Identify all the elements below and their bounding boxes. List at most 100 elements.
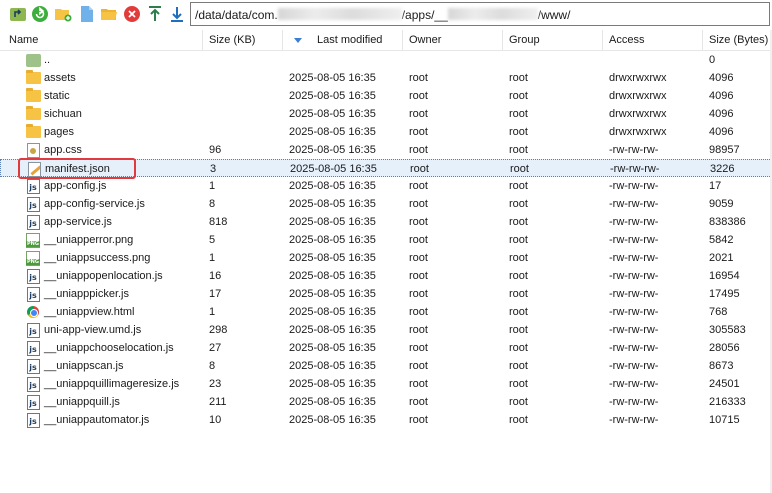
cell-group: root (509, 216, 528, 228)
cell-bytes: 216333 (709, 396, 746, 408)
table-row[interactable]: __uniappview.html 1 2025-08-05 16:35 root ro… (0, 303, 772, 321)
upload-icon[interactable] (145, 4, 165, 24)
cell-name: __uniappview.html (44, 306, 135, 318)
cell-bytes: 9059 (709, 198, 734, 210)
table-row[interactable]: js app-service.js 818 2025-08-05 16:35 root r… (0, 213, 772, 231)
cell-access: -rw-rw-rw- (609, 306, 659, 318)
js-file-icon: js (26, 376, 40, 392)
js-file-icon: js (26, 358, 40, 374)
cell-bytes: 17 (709, 180, 722, 192)
table-row[interactable]: js __uniappscan.js 8 2025-08-05 16:35 root ro… (0, 357, 772, 375)
cell-name: .. (44, 54, 51, 66)
col-modified[interactable]: Last modified (311, 30, 403, 51)
cell-access: -rw-rw-rw- (610, 163, 660, 175)
js-file-icon: js (26, 268, 40, 284)
cell-owner: root (409, 396, 428, 408)
parent-dir-icon[interactable] (8, 4, 28, 24)
cell-access: -rw-rw-rw- (609, 144, 659, 156)
table-row[interactable]: .. 0 (0, 51, 772, 69)
table-row[interactable]: js __uniappchooselocation.js 27 2025-08-05 … (0, 339, 772, 357)
css-file-icon (26, 142, 40, 158)
table-row[interactable]: sichuan 2025-08-05 16:35 root root drwxrwxrw… (0, 105, 772, 123)
refresh-icon[interactable] (30, 4, 50, 24)
table-row[interactable]: js app-config.js 1 2025-08-05 16:35 root root… (0, 177, 772, 195)
path-input[interactable]: /data/data/com. /apps/__ /www/ (190, 2, 770, 26)
cell-name: pages (44, 126, 74, 138)
cell-access: -rw-rw-rw- (609, 378, 659, 390)
download-icon[interactable] (167, 4, 187, 24)
cell-bytes: 8673 (709, 360, 734, 372)
table-row[interactable]: js uni-app-view.umd.js 298 2025-08-05 16:35… (0, 321, 772, 339)
png-file-icon (25, 232, 41, 248)
cell-group: root (510, 163, 529, 175)
sort-desc-icon (294, 38, 302, 43)
table-row[interactable]: js app-config-service.js 8 2025-08-05 16:35… (0, 195, 772, 213)
cell-size: 818 (209, 216, 228, 228)
cell-modified: 2025-08-05 16:35 (289, 126, 376, 138)
cell-modified: 2025-08-05 16:35 (289, 198, 376, 210)
cell-group: root (509, 270, 528, 282)
js-file-icon: js (26, 412, 40, 428)
js-file-icon: js (25, 196, 41, 212)
cell-owner: root (409, 198, 428, 210)
cell-group: root (509, 378, 528, 390)
delete-icon[interactable] (122, 4, 142, 24)
cell-size: 17 (209, 288, 222, 300)
new-folder-icon[interactable] (53, 4, 73, 24)
table-row[interactable]: app.css 96 2025-08-05 16:35 root root -rw-rw-… (0, 141, 772, 159)
cell-access: -rw-rw-rw- (609, 180, 659, 192)
col-access[interactable]: Access (603, 30, 703, 51)
js-file-icon: js (25, 376, 41, 392)
table-row[interactable]: js __uniappopenlocation.js 16 2025-08-05 16… (0, 267, 772, 285)
table-row[interactable]: js __uniapppicker.js 17 2025-08-05 16:35 roo… (0, 285, 772, 303)
cell-name: assets (44, 72, 76, 84)
cell-group: root (509, 414, 528, 426)
redacted-segment (277, 8, 402, 20)
png-file-icon (26, 250, 40, 266)
table-row[interactable]: js __uniappquillimageresize.js 23 2025-08-0… (0, 375, 772, 393)
table-row[interactable]: manifest.json 3 2025-08-05 16:35 root root -r… (0, 159, 772, 177)
table-row[interactable]: js __uniappquill.js 211 2025-08-05 16:35 roo… (0, 393, 772, 411)
cell-owner: root (409, 252, 428, 264)
table-row[interactable]: __uniapperror.png 5 2025-08-05 16:35 root ro… (0, 231, 772, 249)
col-owner[interactable]: Owner (403, 30, 503, 51)
js-file-icon: js (25, 268, 41, 284)
cell-group: root (509, 288, 528, 300)
cell-owner: root (410, 163, 429, 175)
cell-bytes: 305583 (709, 324, 746, 336)
cell-access: -rw-rw-rw- (609, 252, 659, 264)
cell-size: 8 (209, 360, 216, 372)
cell-name: __uniappquillimageresize.js (44, 378, 180, 390)
cell-size: 1 (209, 180, 216, 192)
js-file-icon: js (25, 340, 41, 356)
js-file-icon: js (25, 178, 41, 194)
table-row[interactable]: static 2025-08-05 16:35 root root drwxrwxrwx… (0, 87, 772, 105)
folder-icon (25, 106, 41, 122)
table-row[interactable]: assets 2025-08-05 16:35 root root drwxrwxrwx… (0, 69, 772, 87)
open-folder-icon[interactable] (99, 4, 119, 24)
cell-group: root (509, 252, 528, 264)
json-file-icon (26, 161, 42, 177)
table-row[interactable]: pages 2025-08-05 16:35 root root drwxrwxrwx 4… (0, 123, 772, 141)
col-size[interactable]: Size (KB) (203, 30, 283, 51)
cell-owner: root (409, 378, 428, 390)
new-file-icon[interactable] (77, 4, 97, 24)
cell-modified: 2025-08-05 16:35 (289, 90, 376, 102)
cell-size: 298 (209, 324, 228, 336)
cell-owner: root (409, 414, 428, 426)
col-bytes[interactable]: Size (Bytes) (703, 30, 772, 51)
col-name[interactable]: Name (3, 30, 203, 51)
js-file-icon: js (25, 412, 41, 428)
folder-icon (25, 88, 41, 104)
col-group[interactable]: Group (503, 30, 603, 51)
table-row[interactable]: __uniappsuccess.png 1 2025-08-05 16:35 root… (0, 249, 772, 267)
table-row[interactable]: js __uniappautomator.js 10 2025-08-05 16:35… (0, 411, 772, 429)
cell-access: -rw-rw-rw- (609, 198, 659, 210)
cell-owner: root (409, 324, 428, 336)
cell-owner: root (409, 144, 428, 156)
cell-access: -rw-rw-rw- (609, 342, 659, 354)
cell-modified: 2025-08-05 16:35 (289, 288, 376, 300)
cell-bytes: 4096 (709, 72, 734, 84)
cell-modified: 2025-08-05 16:35 (289, 144, 376, 156)
folder-icon (25, 106, 41, 120)
